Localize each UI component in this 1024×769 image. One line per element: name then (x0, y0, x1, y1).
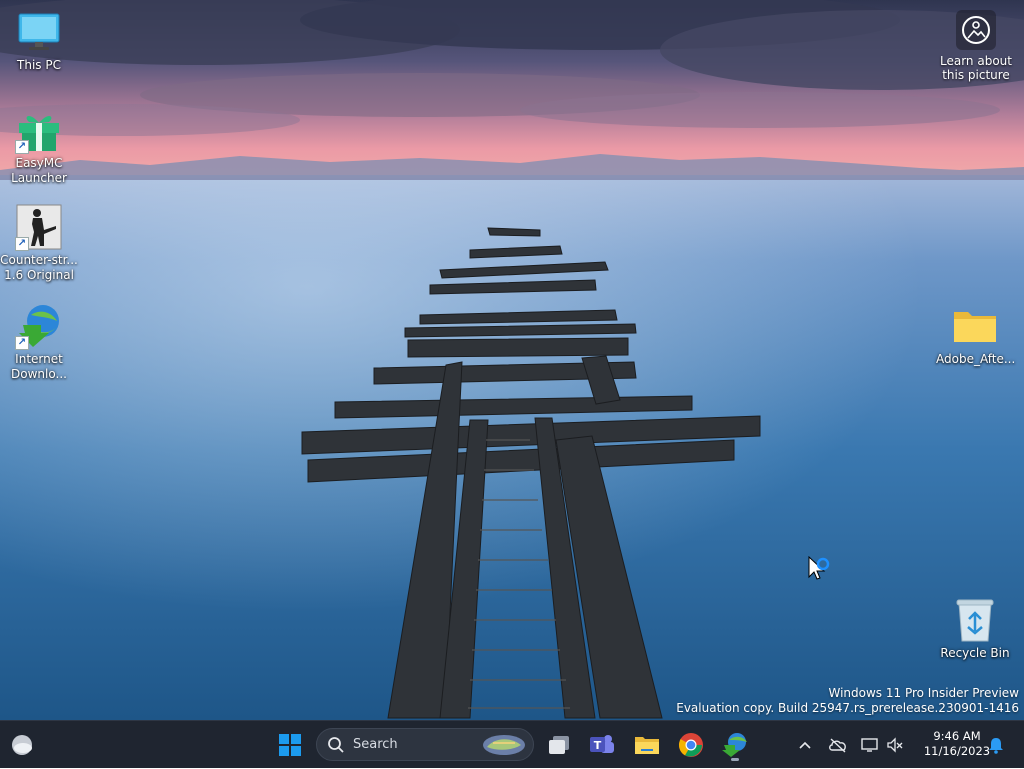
volume-muted-icon (887, 737, 903, 753)
desktop-icon-adobe-after[interactable]: Adobe_Afte... (936, 302, 1016, 367)
chrome-icon (678, 733, 703, 757)
learn-about-this-picture[interactable]: Learn about this picture (938, 10, 1014, 82)
teams-icon: T (590, 735, 614, 753)
tray-onedrive-button[interactable] (826, 721, 850, 769)
taskbar-app-file-explorer[interactable] (629, 727, 665, 763)
notifications-button[interactable] (986, 721, 1006, 769)
tray-volume-button[interactable] (884, 721, 906, 769)
desktop-icon-counter-strike[interactable]: ↗ Counter-str... 1.6 Original (0, 203, 78, 283)
search-highlight-icon (483, 735, 525, 755)
learn-about-label: Learn about this picture (940, 54, 1012, 82)
recycle-bin-icon (951, 596, 999, 644)
desktop-icon-label: Recycle Bin (940, 646, 1010, 660)
internet-download-manager-icon: ↗ (15, 302, 63, 350)
weather-widget-button[interactable] (4, 727, 40, 763)
search-placeholder: Search (353, 737, 398, 752)
desktop-icon-recycle-bin[interactable]: Recycle Bin (936, 596, 1014, 661)
bell-icon (989, 738, 1003, 754)
camera-info-icon (956, 10, 996, 50)
folder-icon (951, 302, 999, 350)
shortcut-arrow-icon: ↗ (15, 336, 29, 350)
windows-logo-icon (279, 734, 301, 756)
internet-download-manager-icon (722, 733, 747, 757)
taskbar: Search T 9:46 AM 11/16/2023 (0, 720, 1024, 768)
desktop-icon-label: Counter-str... 1.6 Original (0, 253, 78, 282)
mouse-cursor-busy-icon (808, 555, 834, 588)
show-hidden-icons-button[interactable] (794, 721, 816, 769)
watermark-edition: Windows 11 Pro Insider Preview (828, 686, 1019, 700)
shortcut-arrow-icon: ↗ (15, 237, 29, 251)
taskbar-search-box[interactable]: Search (316, 728, 534, 761)
start-button[interactable] (272, 727, 308, 763)
network-icon (861, 738, 878, 752)
desktop-icon-easymc-launcher[interactable]: ↗ EasyMC Launcher (0, 106, 78, 186)
counter-strike-icon: ↗ (15, 203, 63, 251)
desktop-icon-label: Internet Downlo... (11, 352, 67, 381)
wallpaper-pier-scene (0, 0, 1024, 720)
desktop-icon-internet-download-manager[interactable]: ↗ Internet Downlo... (0, 302, 78, 382)
taskbar-app-task-view[interactable] (541, 727, 577, 763)
desktop-icon-this-pc[interactable]: This PC (0, 8, 78, 73)
windows-watermark: Windows 11 Pro Insider Preview Evaluatio… (676, 686, 1019, 716)
search-icon (328, 736, 344, 753)
monitor-icon (15, 8, 63, 56)
taskbar-app-internet-download-manager[interactable] (717, 727, 753, 763)
tray-network-button[interactable] (858, 721, 882, 769)
chevron-up-icon (799, 741, 811, 749)
shortcut-arrow-icon: ↗ (15, 140, 29, 154)
running-indicator (731, 758, 739, 761)
watermark-build: Evaluation copy. Build 25947.rs_prerelea… (676, 701, 1019, 715)
desktop-icon-label: EasyMC Launcher (11, 156, 67, 185)
cloud-icon (12, 735, 32, 755)
desktop-icon-label: This PC (17, 58, 61, 72)
task-view-icon (549, 736, 569, 754)
svg-text:T: T (594, 739, 602, 752)
taskbar-app-teams[interactable]: T (584, 727, 620, 763)
desktop-icon-label: Adobe_Afte... (936, 352, 1016, 366)
taskbar-app-chrome[interactable] (673, 727, 709, 763)
folder-icon (635, 737, 659, 754)
desktop-wallpaper[interactable] (0, 0, 1024, 720)
gift-icon: ↗ (15, 106, 63, 154)
onedrive-offline-icon (829, 738, 846, 753)
